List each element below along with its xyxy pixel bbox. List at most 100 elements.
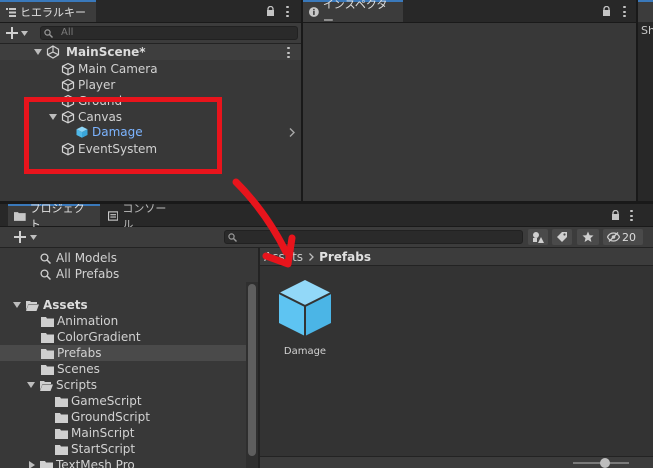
tab-hierarchy[interactable]: ヒエラルキー — [0, 0, 96, 22]
tree-item-label: Prefabs — [57, 346, 102, 360]
favorite-item-label: All Prefabs — [56, 267, 120, 281]
collapse-arrow-icon[interactable] — [29, 461, 35, 468]
breadcrumb: Assets Prefabs — [260, 248, 653, 266]
search-icon — [44, 29, 53, 38]
eye-slash-icon — [607, 232, 620, 242]
tree-item-animation[interactable]: Animation — [0, 313, 246, 329]
hierarchy-toolbar: All — [0, 23, 301, 44]
tree-item-mainscript[interactable]: MainScript — [0, 425, 246, 441]
folder-icon — [41, 364, 54, 375]
lock-icon[interactable] — [266, 6, 275, 16]
folder-icon — [55, 412, 68, 423]
scene-name: MainScene* — [66, 45, 146, 59]
project-panel: プロジェクト コンソール 20 All Models All Prefabs A… — [0, 204, 653, 468]
scene-row[interactable]: MainScene* — [0, 44, 301, 60]
tab-inspector-label: インスペクター — [322, 0, 388, 27]
favorite-item-all-models[interactable]: All Models — [0, 250, 246, 266]
inspector-panel: インスペクター — [303, 0, 636, 201]
hierarchy-menu-icon[interactable] — [286, 6, 289, 17]
project-menu-icon[interactable] — [630, 210, 633, 221]
hidden-packages-count: 20 — [622, 230, 636, 244]
hierarchy-item-player[interactable]: Player — [0, 77, 301, 93]
icon-size-slider-thumb[interactable] — [600, 458, 610, 468]
project-content-pane: Assets Prefabs Damage — [260, 248, 653, 468]
hierarchy-item-main-camera[interactable]: Main Camera — [0, 61, 301, 77]
hidden-packages-toggle[interactable]: 20 — [603, 229, 643, 245]
prefab-cube-icon — [278, 280, 332, 336]
gameobject-cube-icon — [61, 62, 75, 76]
star-icon — [582, 231, 594, 242]
folder-open-icon — [40, 380, 53, 391]
chevron-right-icon[interactable] — [289, 128, 295, 137]
search-by-type-button[interactable] — [528, 229, 548, 245]
tab-hierarchy-label: ヒエラルキー — [20, 6, 86, 19]
gameobject-cube-icon — [61, 78, 75, 92]
tag-icon — [557, 232, 567, 242]
chevron-down-icon[interactable] — [21, 31, 28, 36]
tree-item-startscript[interactable]: StartScript — [0, 441, 246, 457]
tree-scrollbar[interactable] — [246, 282, 258, 468]
favorite-item-all-prefabs[interactable]: All Prefabs — [0, 266, 246, 282]
tree-item-assets[interactable]: Assets — [0, 297, 246, 313]
tree-item-label: GameScript — [71, 394, 142, 408]
folder-icon — [40, 460, 53, 468]
hierarchy-panel: ヒエラルキー All MainScene* Main Camera Player… — [0, 0, 301, 201]
search-by-label-button[interactable] — [552, 229, 572, 245]
info-icon — [309, 7, 319, 17]
lock-icon[interactable] — [602, 6, 611, 16]
lock-icon[interactable] — [611, 210, 620, 220]
project-toolbar: 20 — [0, 227, 653, 248]
hierarchy-tabbar: ヒエラルキー — [0, 0, 301, 23]
search-icon — [40, 268, 51, 280]
tree-item-prefabs[interactable]: Prefabs — [0, 345, 246, 361]
tree-item-label: StartScript — [71, 442, 136, 456]
scene-view-label: Sh — [641, 24, 653, 37]
tree-item-label: Scripts — [56, 378, 98, 392]
asset-tile-label: Damage — [283, 346, 327, 357]
content-status-bar — [260, 456, 653, 468]
favorites-button[interactable] — [577, 229, 599, 245]
tab-inspector[interactable]: インスペクター — [303, 0, 403, 27]
inspector-menu-icon[interactable] — [623, 6, 626, 17]
asset-tile-damage[interactable]: Damage — [275, 278, 335, 358]
tree-item-label: Assets — [43, 298, 88, 312]
add-icon[interactable] — [6, 27, 18, 39]
scene-menu-icon[interactable] — [287, 47, 290, 58]
tab-project[interactable]: プロジェクト — [8, 204, 100, 231]
tree-item-label: Animation — [57, 314, 119, 328]
list-icon — [6, 7, 16, 17]
tree-item-label: Scenes — [57, 362, 100, 376]
add-icon[interactable] — [14, 231, 26, 243]
tree-scrollbar-thumb[interactable] — [248, 284, 256, 456]
tree-item-gamescript[interactable]: GameScript — [0, 393, 246, 409]
tree-item-colorgradient[interactable]: ColorGradient — [0, 329, 246, 345]
breadcrumb-current[interactable]: Prefabs — [319, 250, 371, 264]
tree-item-label: MainScript — [71, 426, 135, 440]
tree-item-label: ColorGradient — [57, 330, 141, 344]
expand-arrow-icon[interactable] — [27, 382, 35, 388]
scene-view-tab[interactable] — [638, 0, 653, 22]
project-tree-pane: All Models All Prefabs Assets Animation … — [0, 248, 258, 468]
chevron-down-icon[interactable] — [30, 235, 37, 240]
tab-console[interactable]: コンソール — [102, 204, 180, 231]
annotation-highlight-box — [24, 97, 222, 174]
filter-type-icon — [533, 232, 544, 243]
tree-item-groundscript[interactable]: GroundScript — [0, 409, 246, 425]
hierarchy-search-input[interactable]: All — [40, 26, 298, 40]
folder-icon — [14, 212, 26, 221]
project-tabbar: プロジェクト コンソール — [0, 204, 653, 231]
unity-scene-icon — [46, 45, 60, 59]
tree-item-textmesh-pro[interactable]: TextMesh Pro — [0, 457, 246, 468]
hierarchy-search-placeholder: All — [61, 27, 74, 38]
expand-arrow-icon[interactable] — [34, 49, 42, 55]
tree-item-scripts[interactable]: Scripts — [0, 377, 246, 393]
tree-item-scenes[interactable]: Scenes — [0, 361, 246, 377]
folder-icon — [41, 332, 54, 343]
folder-icon — [55, 428, 68, 439]
scene-view-panel: Sh — [638, 0, 653, 201]
search-icon — [40, 252, 51, 264]
annotation-arrow-icon — [232, 178, 296, 268]
folder-icon — [41, 348, 54, 359]
hierarchy-item-label: Player — [78, 78, 116, 92]
expand-arrow-icon[interactable] — [13, 302, 21, 308]
